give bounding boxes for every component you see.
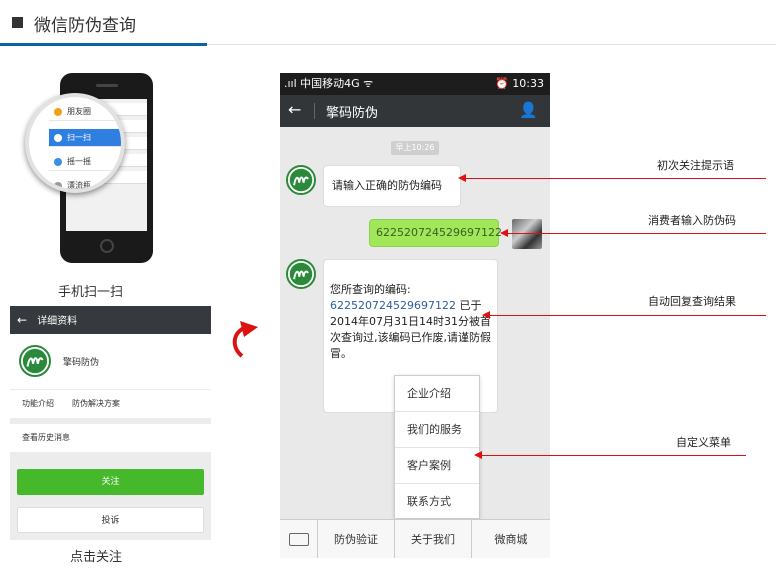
function-intro-row: 功能介绍 防伪解决方案 xyxy=(10,390,211,418)
shake-icon xyxy=(54,158,62,166)
bottle-icon xyxy=(54,182,62,189)
chat-title: 擎码防伪 xyxy=(326,106,379,121)
annotation-consumer-input: 消费者输入防伪码 xyxy=(648,214,736,227)
profile-bar-title: 详细资料 xyxy=(37,316,78,327)
status-bar: .ııl 中国移动4G ᯤ ⏰ 10:33 xyxy=(280,73,550,95)
function-value: 防伪解决方案 xyxy=(72,399,120,408)
annotation-line xyxy=(490,315,766,316)
arrow-head-icon xyxy=(482,311,490,319)
arrow-head-icon xyxy=(474,451,482,459)
chat-menu-bar: 防伪验证 关于我们 微商城 xyxy=(280,519,550,558)
tab-micro-mall[interactable]: 微商城 xyxy=(472,520,550,558)
menu-item-contact[interactable]: 联系方式 xyxy=(395,484,479,520)
magnifier-callout: 朋友圈 扫一扫 摇一摇 漂流瓶 xyxy=(25,93,125,193)
reply-lead: 您所查询的编码: xyxy=(330,283,411,296)
menu-item-moments: 朋友圈 xyxy=(49,103,121,121)
menu-item-cases[interactable]: 客户案例 xyxy=(395,448,479,484)
annotation-custom-menu: 自定义菜单 xyxy=(676,436,731,449)
message-prompt-bubble: 请输入正确的防伪编码 xyxy=(323,165,461,207)
message-code-bubble: 622520724529697122 xyxy=(369,219,502,247)
brand-logo-icon xyxy=(19,345,51,377)
annotation-line xyxy=(466,178,766,179)
annotation-line xyxy=(482,455,746,456)
square-bullet-icon xyxy=(12,17,23,28)
arrow-left-icon[interactable]: ← xyxy=(10,306,34,334)
message-timestamp: 早上10:26 xyxy=(391,141,439,155)
caption-follow: 点击关注 xyxy=(70,550,123,565)
user-avatar xyxy=(512,219,542,249)
complain-button[interactable]: 投诉 xyxy=(17,507,204,533)
arrow-head-icon xyxy=(500,229,508,237)
arrow-left-icon[interactable]: ← xyxy=(288,100,301,119)
brand-logo-icon xyxy=(286,259,316,289)
scan-icon xyxy=(54,134,62,142)
menu-item-scan[interactable]: 扫一扫 xyxy=(49,129,121,147)
tab-about-us[interactable]: 关于我们 xyxy=(395,520,472,558)
annotation-first-follow: 初次关注提示语 xyxy=(657,159,734,172)
tab-anti-fake-verify[interactable]: 防伪验证 xyxy=(318,520,395,558)
follow-button[interactable]: 关注 xyxy=(17,469,204,495)
menu-item-services[interactable]: 我们的服务 xyxy=(395,412,479,448)
function-label: 功能介绍 xyxy=(22,399,54,408)
title-underline xyxy=(0,43,207,46)
user-profile-icon[interactable]: 👤 xyxy=(519,101,538,119)
reply-code: 622520724529697122 xyxy=(330,299,456,312)
home-button-icon xyxy=(100,239,114,253)
speaker-icon xyxy=(96,84,118,87)
page-title: 微信防伪查询 xyxy=(34,16,136,36)
clock-status: ⏰ 10:33 xyxy=(495,77,544,90)
menu-item-company-intro[interactable]: 企业介绍 xyxy=(395,376,479,412)
keyboard-icon xyxy=(289,533,309,546)
annotation-auto-reply: 自动回复查询结果 xyxy=(648,295,736,308)
history-messages-link[interactable]: 查看历史消息 xyxy=(10,424,211,452)
annotation-line xyxy=(508,233,766,234)
keyboard-toggle[interactable] xyxy=(280,520,318,558)
moments-icon xyxy=(54,108,62,116)
caption-scan: 手机扫一扫 xyxy=(58,285,124,300)
menu-item-shake: 摇一摇 xyxy=(49,153,121,171)
account-name: 擎码防伪 xyxy=(63,358,100,368)
profile-card: 擎码防伪 xyxy=(10,334,211,389)
arrow-head-icon xyxy=(458,174,466,182)
profile-screen: ← 详细资料 擎码防伪 功能介绍 防伪解决方案 查看历史消息 关注 投诉 xyxy=(10,306,211,540)
carrier-status: .ııl 中国移动4G ᯤ xyxy=(284,77,374,90)
brand-logo-icon xyxy=(286,165,316,195)
profile-nav-bar: ← 详细资料 xyxy=(10,306,211,334)
chat-nav-bar: ← 擎码防伪 👤 xyxy=(280,95,550,127)
nav-divider xyxy=(314,103,315,119)
curved-arrow-icon xyxy=(232,321,258,358)
custom-menu-popup: 企业介绍 我们的服务 客户案例 联系方式 xyxy=(394,375,480,519)
page-header: 微信防伪查询 xyxy=(0,0,776,46)
